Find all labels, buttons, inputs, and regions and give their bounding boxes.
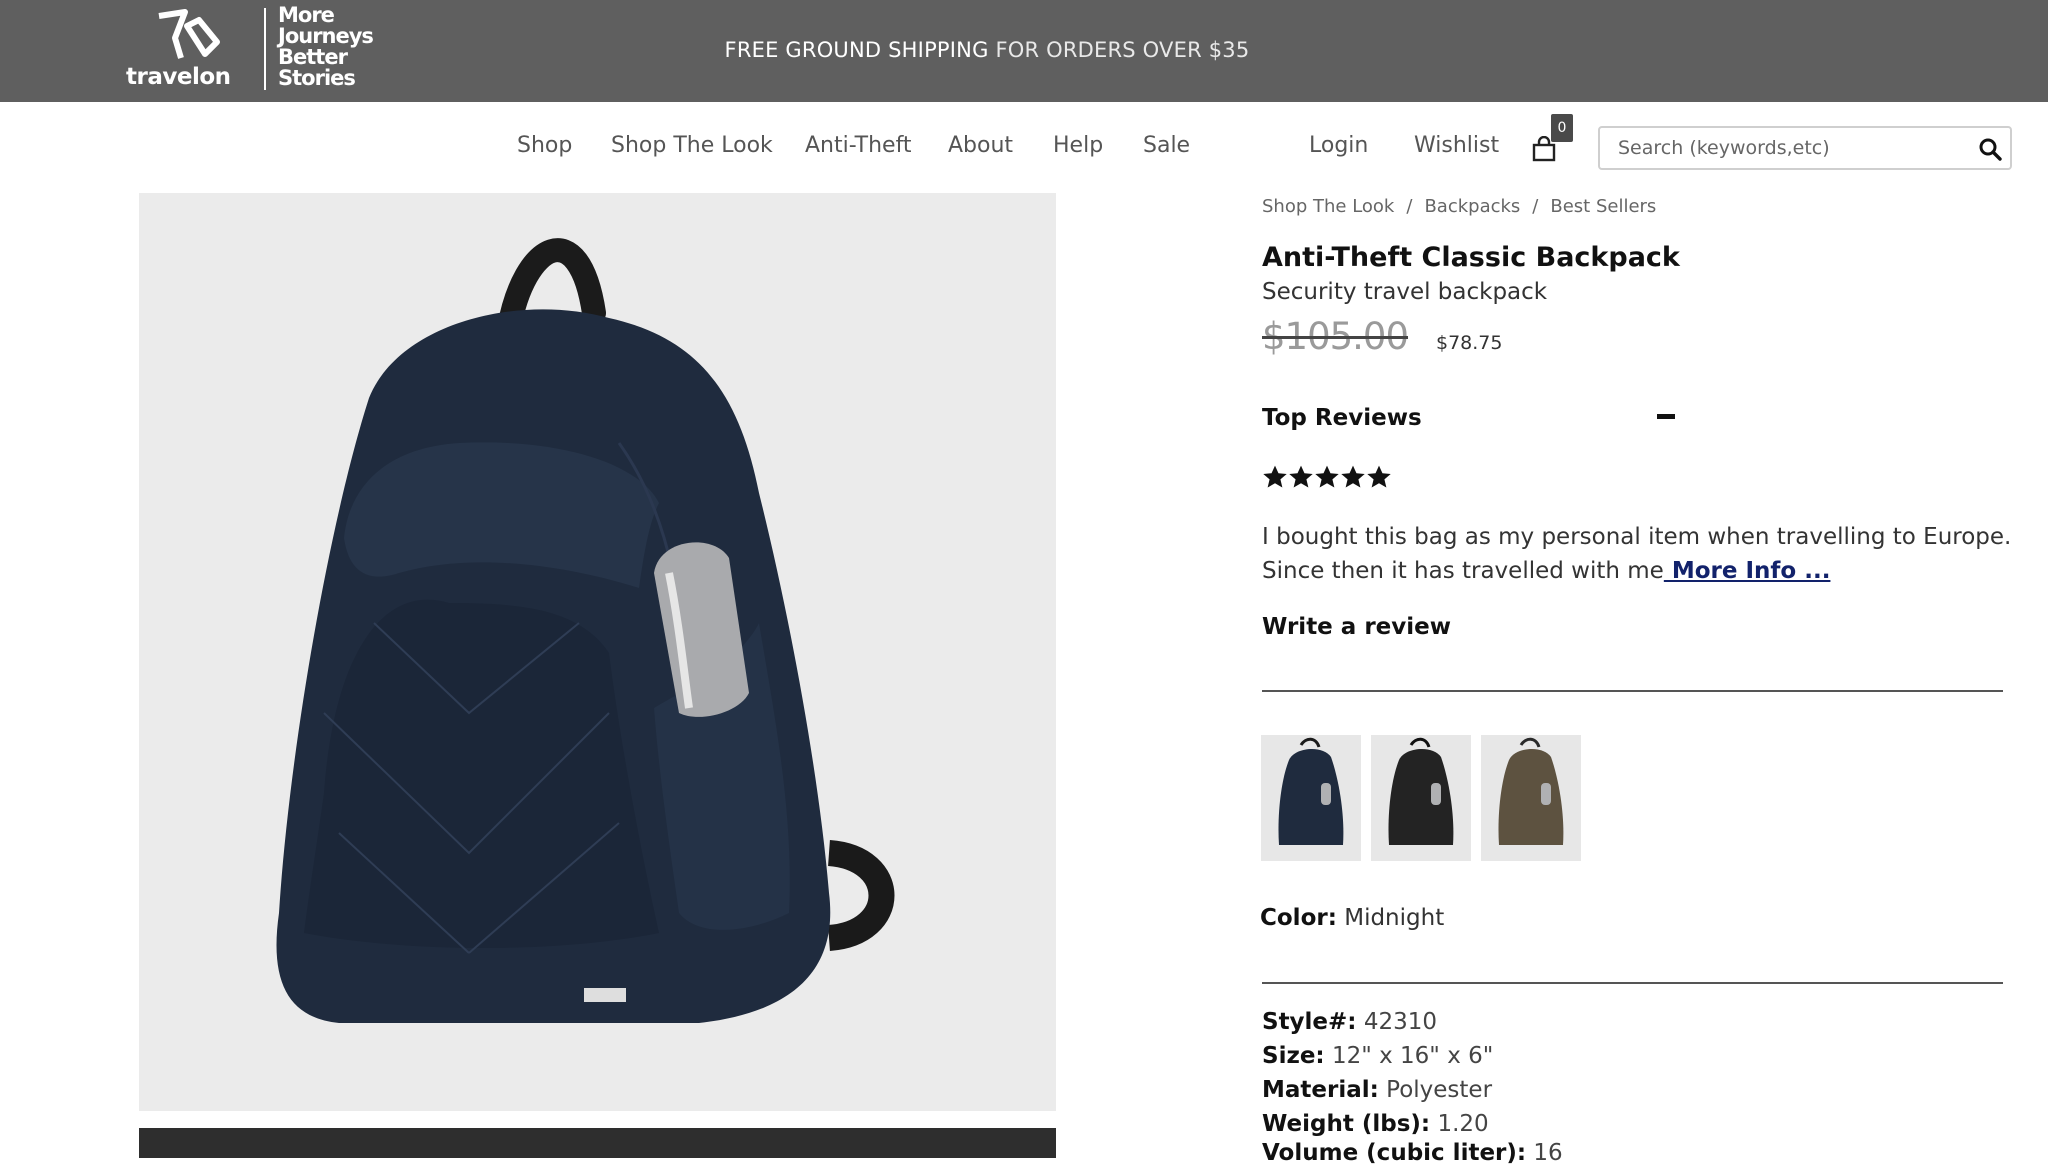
tagline-line: More: [278, 3, 335, 27]
selected-color: Color: Midnight: [1260, 905, 1444, 931]
spec-label: Size:: [1262, 1043, 1325, 1069]
collapse-minus-icon[interactable]: [1657, 414, 1675, 419]
spec-value: 12" x 16" x 6": [1331, 1043, 1494, 1069]
spec-label: Material:: [1262, 1077, 1379, 1103]
spec-value: 16: [1533, 1140, 1563, 1166]
original-price: $105.00: [1262, 315, 1409, 358]
swatch-backpack-thumb: [1498, 737, 1564, 845]
search-icon[interactable]: [1978, 137, 2002, 161]
spec-weight: Weight (lbs): 1.20: [1262, 1111, 1489, 1137]
swatch-brown[interactable]: [1481, 735, 1581, 861]
search-box: [1598, 126, 2012, 170]
star-icon: [1289, 465, 1313, 488]
nav-about[interactable]: About: [948, 133, 1013, 158]
nav-anti-theft[interactable]: Anti-Theft: [805, 133, 912, 158]
swatch-backpack-thumb: [1388, 737, 1454, 845]
star-icon: [1263, 465, 1287, 488]
top-reviews-heading[interactable]: Top Reviews: [1262, 405, 1422, 431]
star-icon: [1341, 465, 1365, 488]
spec-label: Weight (lbs):: [1262, 1111, 1431, 1137]
product-secondary-image[interactable]: [139, 1128, 1056, 1158]
promo-rest: FOR ORDERS OVER $35: [988, 38, 1250, 62]
search-input[interactable]: [1600, 128, 1960, 168]
color-value: Midnight: [1344, 905, 1445, 931]
product-title: Anti-Theft Classic Backpack: [1262, 242, 1680, 273]
backpack-illustration: [276, 238, 895, 1023]
breadcrumb: Shop The Look / Backpacks / Best Sellers: [1262, 196, 1656, 217]
spec-material: Material: Polyester: [1262, 1077, 1492, 1103]
swatch-backpack-thumb: [1278, 737, 1344, 845]
spec-style: Style#: 42310: [1262, 1009, 1437, 1035]
promo-bold: FREE GROUND SHIPPING: [724, 38, 989, 62]
divider: [1262, 982, 2003, 984]
shipping-promo: FREE GROUND SHIPPING FOR ORDERS OVER $35: [0, 38, 1974, 62]
swatch-black[interactable]: [1371, 735, 1471, 861]
breadcrumb-separator: /: [1532, 196, 1539, 217]
login-link[interactable]: Login: [1309, 133, 1368, 158]
breadcrumb-best-sellers[interactable]: Best Sellers: [1550, 196, 1656, 217]
review-body: I bought this bag as my personal item wh…: [1262, 524, 2012, 584]
swatch-midnight[interactable]: [1261, 735, 1361, 861]
spec-value: 1.20: [1437, 1111, 1489, 1137]
brand-wordmark[interactable]: travelon: [126, 64, 231, 90]
nav-sale[interactable]: Sale: [1143, 133, 1190, 158]
spec-size: Size: 12" x 16" x 6": [1262, 1043, 1493, 1069]
star-icon: [1315, 465, 1339, 488]
review-excerpt: I bought this bag as my personal item wh…: [1262, 520, 2022, 588]
product-subtitle: Security travel backpack: [1262, 279, 1548, 305]
breadcrumb-shop-the-look[interactable]: Shop The Look: [1262, 196, 1394, 217]
spec-label: Style#:: [1262, 1009, 1357, 1035]
star-icon: [1367, 465, 1391, 488]
wishlist-link[interactable]: Wishlist: [1414, 133, 1499, 158]
nav-shop[interactable]: Shop: [517, 133, 572, 158]
write-review-link[interactable]: Write a review: [1262, 614, 1451, 640]
spec-label: Volume (cubic liter):: [1262, 1140, 1527, 1166]
product-main-image[interactable]: [139, 193, 1056, 1111]
nav-shop-the-look[interactable]: Shop The Look: [611, 133, 773, 158]
nav-help[interactable]: Help: [1053, 133, 1103, 158]
promo-bar: travelon More Journeys Better Stories FR…: [0, 0, 2048, 102]
divider: [1262, 690, 2003, 692]
breadcrumb-separator: /: [1406, 196, 1413, 217]
spec-value: 42310: [1363, 1009, 1437, 1035]
breadcrumb-backpacks[interactable]: Backpacks: [1424, 196, 1520, 217]
color-label: Color:: [1260, 905, 1337, 931]
tagline-line: Stories: [278, 66, 356, 90]
more-info-link[interactable]: More Info ...: [1664, 558, 1831, 584]
spec-value: Polyester: [1386, 1077, 1493, 1103]
star-rating: [1262, 464, 1392, 494]
spec-volume: Volume (cubic liter): 16: [1262, 1140, 1563, 1166]
sale-price: $78.75: [1436, 332, 1503, 354]
cart-count-badge[interactable]: 0: [1551, 114, 1573, 142]
